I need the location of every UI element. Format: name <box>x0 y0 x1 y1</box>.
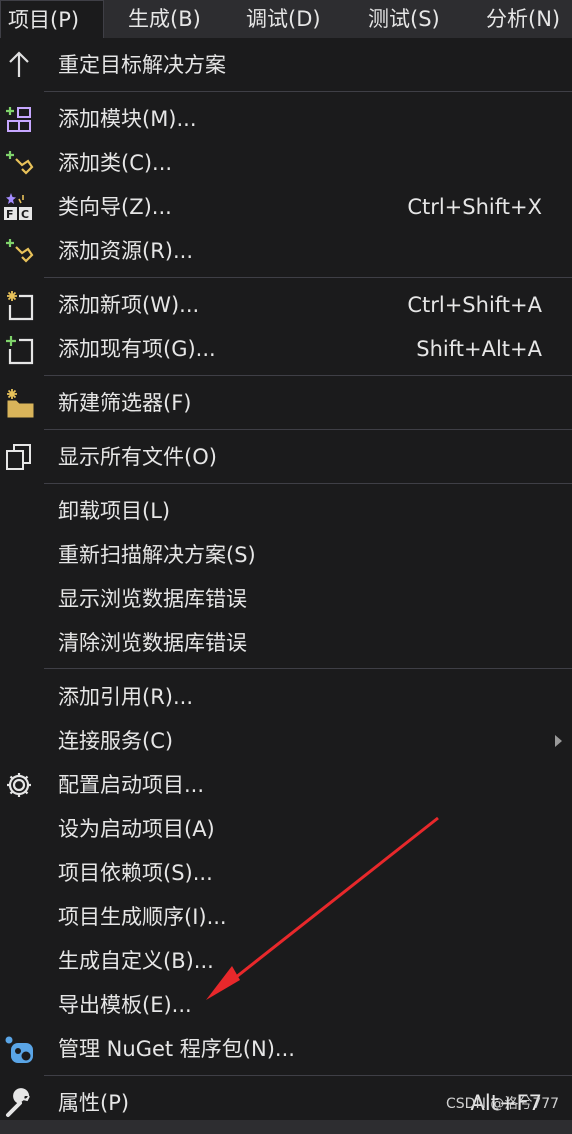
menubar-test[interactable]: 测试(S) <box>368 0 440 38</box>
menu-separator <box>44 429 572 430</box>
menu-item-label: 添加现有项(G)... <box>58 337 216 361</box>
menu-separator <box>44 375 572 376</box>
menu-item-retarget-solution[interactable]: 重定目标解决方案 <box>0 43 572 87</box>
nuget-icon <box>2 1033 36 1065</box>
menu-separator <box>44 483 572 484</box>
menu-item-class-wizard[interactable]: F C 类向导(Z)... Ctrl+Shift+X <box>0 185 572 229</box>
menu-item-connected-services[interactable]: 连接服务(C) <box>0 719 572 763</box>
menubar-build[interactable]: 生成(B) <box>128 0 201 38</box>
menu-item-label: 连接服务(C) <box>58 729 174 753</box>
menu-item-label: 卸载项目(L) <box>58 499 171 523</box>
menu-item-add-resource[interactable]: 添加资源(R)... <box>0 229 572 273</box>
menu-item-label: 显示所有文件(O) <box>58 445 217 469</box>
menu-item-label: 新建筛选器(F) <box>58 391 192 415</box>
add-resource-icon <box>2 235 36 267</box>
submenu-arrow-icon <box>555 735 562 747</box>
menu-item-label: 重定目标解决方案 <box>58 53 226 77</box>
menu-item-add-reference[interactable]: 添加引用(R)... <box>0 675 572 719</box>
menu-item-label: 生成自定义(B)... <box>58 949 214 973</box>
menu-item-unload-project[interactable]: 卸载项目(L) <box>0 489 572 533</box>
menu-item-show-all-files[interactable]: 显示所有文件(O) <box>0 435 572 479</box>
show-all-files-icon <box>2 441 36 473</box>
menu-item-shortcut: Ctrl+Shift+A <box>407 293 542 317</box>
menu-item-shortcut: Shift+Alt+A <box>416 337 542 361</box>
menu-item-label: 添加新项(W)... <box>58 293 200 317</box>
menu-item-add-existing-item[interactable]: 添加现有项(G)... Shift+Alt+A <box>0 327 572 371</box>
menu-item-label: 清除浏览数据库错误 <box>58 631 247 655</box>
class-wizard-icon: F C <box>2 191 36 223</box>
menu-item-add-module[interactable]: 添加模块(M)... <box>0 97 572 141</box>
menubar-analyze[interactable]: 分析(N) <box>486 0 560 38</box>
menubar-project[interactable]: 项目(P) <box>0 0 104 38</box>
add-module-icon <box>2 103 36 135</box>
wrench-icon <box>2 1087 36 1119</box>
menubar-debug[interactable]: 调试(D) <box>246 0 321 38</box>
menu-item-project-build-order[interactable]: 项目生成顺序(I)... <box>0 895 572 939</box>
menu-item-label: 显示浏览数据库错误 <box>58 587 247 611</box>
project-menu: 重定目标解决方案 添加模块(M)... 添加类(C)... F C 类向导(Z)… <box>0 38 572 1120</box>
menu-item-label: 添加引用(R)... <box>58 685 194 709</box>
menu-item-label: 类向导(Z)... <box>58 195 172 219</box>
menu-separator <box>44 668 572 669</box>
menu-item-add-new-item[interactable]: 添加新项(W)... Ctrl+Shift+A <box>0 283 572 327</box>
menu-item-label: 重新扫描解决方案(S) <box>58 543 256 567</box>
menu-item-clear-browse-db-errors[interactable]: 清除浏览数据库错误 <box>0 621 572 665</box>
new-item-icon <box>2 289 36 321</box>
menu-item-show-browse-db-errors[interactable]: 显示浏览数据库错误 <box>0 577 572 621</box>
menu-item-label: 设为启动项目(A) <box>58 817 215 841</box>
menu-item-manage-nuget-packages[interactable]: 管理 NuGet 程序包(N)... <box>0 1027 572 1071</box>
menu-item-label: 管理 NuGet 程序包(N)... <box>58 1037 295 1061</box>
arrow-up-icon <box>2 49 36 81</box>
menu-item-rescan-solution[interactable]: 重新扫描解决方案(S) <box>0 533 572 577</box>
menu-separator <box>44 91 572 92</box>
menu-item-label: 添加类(C)... <box>58 151 173 175</box>
existing-item-icon <box>2 333 36 365</box>
svg-text:C: C <box>21 208 29 221</box>
add-class-icon <box>2 147 36 179</box>
menu-item-new-filter[interactable]: 新建筛选器(F) <box>0 381 572 425</box>
new-filter-folder-icon <box>2 387 36 419</box>
menu-item-configure-startup-projects[interactable]: 配置启动项目... <box>0 763 572 807</box>
menu-bar: 项目(P) 生成(B) 调试(D) 测试(S) 分析(N) <box>0 0 572 38</box>
menu-item-label: 项目依赖项(S)... <box>58 861 213 885</box>
svg-text:F: F <box>6 208 14 221</box>
menu-item-label: 项目生成顺序(I)... <box>58 905 227 929</box>
menu-item-label: 配置启动项目... <box>58 773 205 797</box>
menu-item-build-customizations[interactable]: 生成自定义(B)... <box>0 939 572 983</box>
menu-item-project-dependencies[interactable]: 项目依赖项(S)... <box>0 851 572 895</box>
menu-separator <box>44 1075 572 1076</box>
menu-separator <box>44 277 572 278</box>
menu-item-set-as-startup-project[interactable]: 设为启动项目(A) <box>0 807 572 851</box>
menu-item-shortcut: Ctrl+Shift+X <box>407 195 542 219</box>
menu-item-label: 属性(P) <box>58 1091 130 1115</box>
gear-icon <box>2 769 36 801</box>
watermark: CSDN @洛兮777 <box>446 1096 560 1112</box>
menu-item-export-template[interactable]: 导出模板(E)... <box>0 983 572 1027</box>
menu-item-label: 添加模块(M)... <box>58 107 197 131</box>
menu-item-add-class[interactable]: 添加类(C)... <box>0 141 572 185</box>
menu-item-label: 添加资源(R)... <box>58 239 194 263</box>
menu-item-label: 导出模板(E)... <box>58 993 192 1017</box>
